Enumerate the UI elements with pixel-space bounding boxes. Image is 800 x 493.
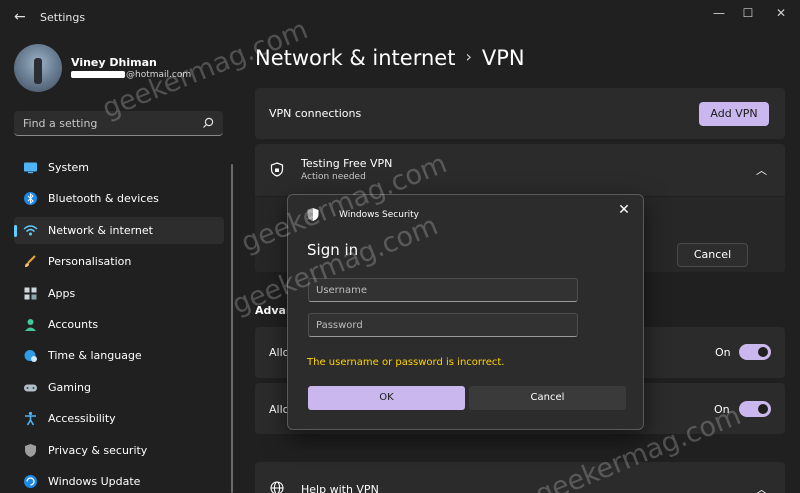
- search-input[interactable]: [14, 111, 194, 135]
- dialog-close-button[interactable]: ✕: [615, 201, 633, 219]
- sidebar-item-gaming[interactable]: Gaming: [14, 374, 224, 401]
- brush-icon: [25, 255, 36, 268]
- windows-security-shield-icon: [307, 208, 319, 221]
- sidebar-item-system[interactable]: System: [14, 154, 224, 181]
- monitor-icon: [24, 162, 37, 174]
- toggle-knob: [758, 404, 768, 414]
- toggle-switch[interactable]: [739, 344, 771, 360]
- toggle-knob: [758, 347, 768, 357]
- app-title: Settings: [40, 11, 86, 24]
- username-field[interactable]: [308, 278, 578, 302]
- sidebar-item-accounts[interactable]: Accounts: [14, 311, 224, 338]
- search-icon[interactable]: [201, 116, 215, 130]
- sidebar-item-bluetooth[interactable]: Bluetooth & devices: [14, 185, 224, 212]
- avatar-figure: [34, 58, 42, 84]
- sidebar-item-label: Bluetooth & devices: [48, 192, 159, 206]
- add-vpn-button[interactable]: Add VPN: [699, 102, 769, 126]
- help-card[interactable]: Help with VPN ︿: [255, 462, 785, 493]
- breadcrumb-separator: ›: [465, 47, 472, 66]
- vpn-connections-card: VPN connections Add VPN: [255, 88, 785, 139]
- sidebar-item-label: Time & language: [48, 349, 142, 363]
- user-email: @hotmail.com: [71, 70, 191, 80]
- connection-cancel-button[interactable]: Cancel: [677, 243, 748, 267]
- toggle-switch[interactable]: [739, 401, 771, 417]
- dialog-title: Windows Security: [339, 210, 419, 220]
- password-field[interactable]: [308, 313, 578, 337]
- breadcrumb: Network & internet › VPN: [255, 46, 525, 70]
- sidebar-item-accessibility[interactable]: Accessibility: [14, 405, 224, 432]
- sidebar-item-label: Privacy & security: [48, 443, 148, 457]
- sidebar-item-label: System: [48, 161, 90, 174]
- bluetooth-icon: [24, 192, 37, 206]
- sidebar-item-time-language[interactable]: Time & language: [14, 342, 224, 369]
- sidebar-item-personalisation[interactable]: Personalisation: [14, 248, 224, 275]
- sidebar-item-label: Accessibility: [48, 412, 116, 426]
- error-message: The username or password is incorrect.: [307, 357, 505, 368]
- sidebar-item-network[interactable]: Network & internet: [14, 216, 224, 244]
- active-indicator: [14, 224, 17, 237]
- vpn-connection-status: Action needed: [301, 172, 366, 182]
- vpn-connection-card[interactable]: Testing Free VPN Action needed ︿: [255, 144, 785, 196]
- sidebar: Viney Dhiman @hotmail.com System Bluetoo…: [0, 36, 236, 493]
- chevron-up-icon[interactable]: ︿: [756, 162, 767, 178]
- help-label: Help with VPN: [301, 483, 379, 493]
- chevron-up-icon[interactable]: ︿: [756, 481, 767, 493]
- dialog-heading: Sign in: [307, 241, 359, 259]
- update-icon: [24, 474, 37, 488]
- sidebar-item-label: Personalisation: [48, 255, 132, 269]
- avatar[interactable]: [14, 44, 62, 92]
- vpn-connection-name: Testing Free VPN: [301, 157, 393, 170]
- globe-clock-icon: [24, 350, 37, 363]
- cancel-button[interactable]: Cancel: [469, 386, 626, 410]
- vpn-shield-icon: [270, 162, 284, 177]
- sidebar-item-label: Accounts: [48, 317, 99, 331]
- sidebar-item-label: Windows Update: [48, 474, 141, 488]
- sidebar-item-privacy-security[interactable]: Privacy & security: [14, 437, 224, 464]
- shield-icon: [25, 443, 36, 457]
- gamepad-icon: [24, 384, 37, 392]
- email-domain: @hotmail.com: [126, 70, 192, 80]
- back-arrow-icon[interactable]: ←: [14, 9, 26, 25]
- email-redaction: [71, 71, 125, 78]
- accessibility-icon: [25, 412, 36, 426]
- wifi-icon: [23, 225, 38, 236]
- maximize-button[interactable]: ☐: [733, 4, 763, 22]
- user-name: Viney Dhiman: [71, 56, 157, 69]
- search-box[interactable]: [14, 111, 223, 136]
- vpn-connections-label: VPN connections: [269, 107, 362, 120]
- sidebar-item-windows-update[interactable]: Windows Update: [14, 468, 224, 493]
- sidebar-nav: System Bluetooth & devices Network & int…: [14, 154, 224, 493]
- breadcrumb-parent[interactable]: Network & internet: [255, 46, 455, 70]
- toggle-state-label: On: [714, 403, 730, 416]
- globe-icon: [270, 481, 284, 493]
- title-bar: ← Settings — ☐ ✕: [0, 0, 800, 36]
- apps-icon: [24, 287, 37, 300]
- person-icon: [25, 318, 36, 331]
- sidebar-item-apps[interactable]: Apps: [14, 280, 224, 307]
- minimize-button[interactable]: —: [704, 4, 734, 22]
- sidebar-item-label: Gaming: [48, 380, 91, 394]
- sidebar-item-label: Network & internet: [48, 223, 153, 237]
- sidebar-item-label: Apps: [48, 286, 76, 300]
- toggle-state-label: On: [715, 346, 731, 359]
- ok-button[interactable]: OK: [308, 386, 465, 410]
- sidebar-scrollbar[interactable]: [231, 164, 233, 493]
- page-title: VPN: [481, 46, 525, 70]
- close-button[interactable]: ✕: [766, 4, 796, 22]
- sign-in-dialog: Windows Security ✕ Sign in The username …: [287, 194, 644, 430]
